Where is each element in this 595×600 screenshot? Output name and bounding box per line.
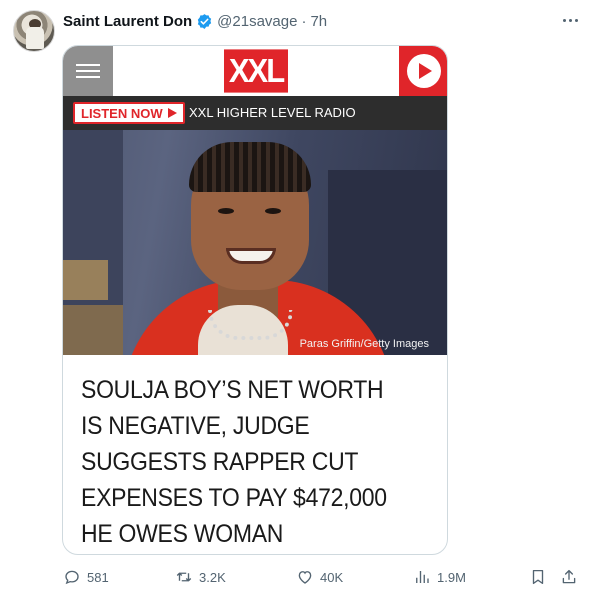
xxl-logo: XXL: [224, 49, 288, 93]
headline-line: EXPENSES TO PAY $472,000: [81, 484, 387, 512]
listen-now-label: LISTEN NOW: [81, 105, 163, 121]
views-count: 1.9M: [437, 569, 466, 585]
tweet-header: Saint Laurent Don @21savage · 7h: [63, 11, 327, 31]
radio-label: XXL HIGHER LEVEL RADIO: [189, 105, 356, 120]
headline-line: SUGGESTS RAPPER CUT: [81, 448, 359, 476]
retweet-icon: [176, 572, 192, 582]
author-name[interactable]: Saint Laurent Don: [63, 13, 192, 30]
photo-caption: Paras Griffin/Getty Images: [299, 338, 429, 350]
tweet: Saint Laurent Don @21savage · 7h XXL LIS…: [0, 0, 595, 600]
avatar[interactable]: [13, 10, 55, 52]
hamburger-menu-icon[interactable]: [63, 46, 113, 96]
play-triangle-icon: [167, 108, 177, 118]
more-icon[interactable]: [558, 10, 582, 30]
tweet-time[interactable]: 7h: [310, 13, 327, 30]
article-photo: Paras Griffin/Getty Images: [63, 130, 447, 355]
photo-eye: [265, 208, 281, 214]
retweet-count: 3.2K: [199, 569, 226, 585]
menu-line: [76, 76, 100, 78]
photo-eye: [218, 208, 234, 214]
headline-line: HE OWES WOMAN: [81, 520, 284, 548]
share-button[interactable]: [560, 566, 578, 588]
views-chart-icon: [416, 571, 429, 583]
more-dot: [568, 18, 572, 22]
play-button[interactable]: [399, 46, 447, 96]
reply-icon: [65, 570, 79, 585]
reply-button[interactable]: 581: [63, 566, 109, 588]
bookmark-button[interactable]: [529, 566, 547, 588]
more-dot: [562, 18, 566, 22]
retweet-button[interactable]: 3.2K: [175, 566, 226, 588]
play-icon: [407, 54, 441, 88]
photo-bg-gold: [63, 305, 123, 355]
like-count: 40K: [320, 569, 344, 585]
heart-icon: [298, 571, 312, 584]
headline-line: SOULJA BOY’S NET WORTH: [81, 376, 384, 404]
tweet-actions: 581 3.2K 40K 1.9M: [0, 566, 595, 590]
photo-hair: [189, 142, 311, 192]
listen-now-button[interactable]: LISTEN NOW: [73, 102, 185, 124]
menu-line: [76, 70, 100, 72]
article-headline[interactable]: SOULJA BOY’S NET WORTH IS NEGATIVE, JUDG…: [81, 372, 412, 552]
radio-bar: LISTEN NOW XXL HIGHER LEVEL RADIO: [63, 96, 447, 130]
like-button[interactable]: 40K: [296, 566, 343, 588]
site-topbar: XXL: [63, 46, 447, 96]
separator-dot: ·: [301, 12, 307, 30]
avatar-figure-body: [26, 27, 44, 49]
verified-badge-icon: [198, 13, 212, 29]
menu-line: [76, 64, 100, 66]
reply-count: 581: [87, 569, 109, 585]
author-handle[interactable]: @21savage: [217, 13, 297, 30]
views-button[interactable]: 1.9M: [413, 566, 466, 588]
headline-line: IS NEGATIVE, JUDGE: [81, 412, 310, 440]
media-card[interactable]: XXL LISTEN NOW XXL HIGHER LEVEL RADIO Pa…: [62, 45, 448, 555]
bookmark-icon: [532, 569, 544, 585]
photo-bg-gold: [63, 260, 108, 300]
share-icon: [562, 569, 576, 584]
more-dot: [574, 18, 578, 22]
